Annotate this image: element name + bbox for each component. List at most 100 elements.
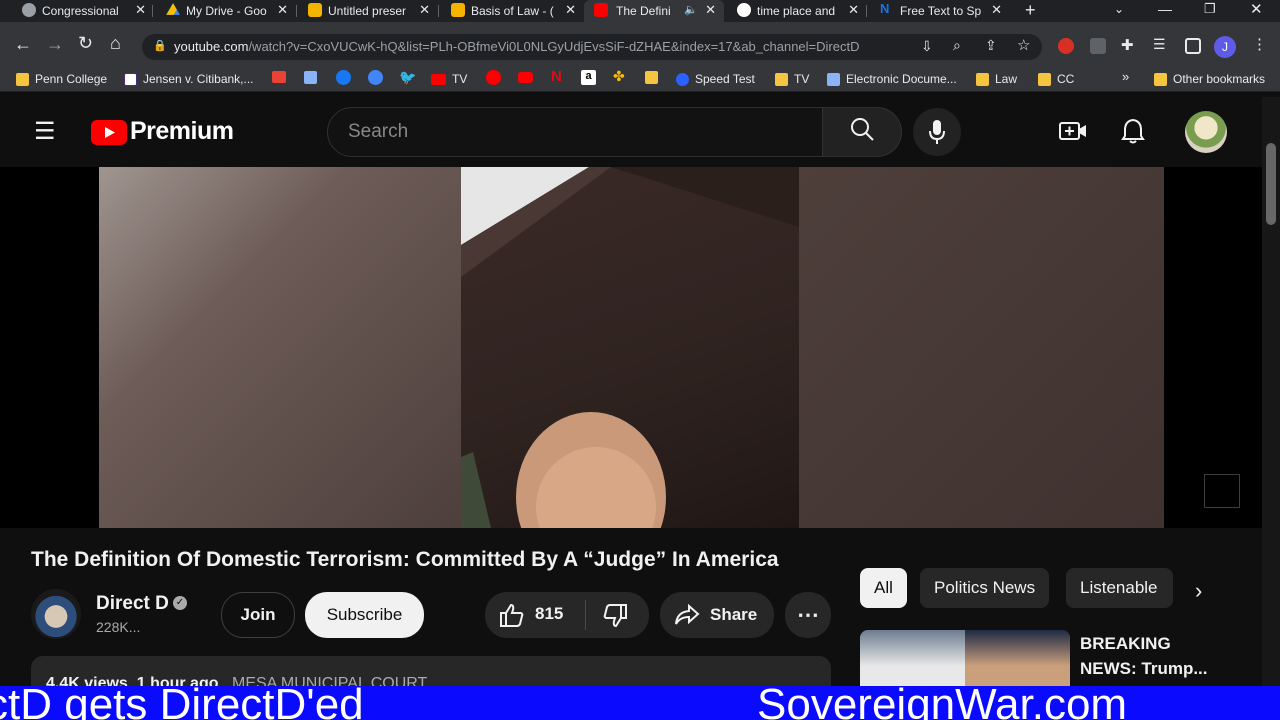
channel-avatar[interactable] <box>31 589 81 639</box>
extension-red-icon[interactable] <box>1058 38 1074 54</box>
account-avatar[interactable] <box>1185 111 1227 153</box>
close-icon[interactable]: ✕ <box>565 2 576 18</box>
bookmark-star-icon[interactable]: ☆ <box>1017 36 1030 54</box>
pinwheel-icon[interactable]: ✤ <box>613 68 625 85</box>
ticker-text-right: SovereignWar.com <box>757 686 1128 720</box>
join-button[interactable]: Join <box>221 592 295 638</box>
back-icon[interactable]: ← <box>14 34 32 55</box>
folder-icon[interactable] <box>645 71 658 84</box>
verified-check-icon: ✓ <box>173 596 187 610</box>
bookmark-penn-college[interactable]: Penn College <box>16 70 107 88</box>
hamburger-menu-icon[interactable]: ☰ <box>34 117 56 146</box>
n-logo-icon: N <box>880 1 890 16</box>
minimize-icon[interactable]: — <box>1158 1 1172 17</box>
tab-basis-of-law[interactable]: Basis of Law - ( ✕ <box>451 0 576 22</box>
close-icon[interactable]: ✕ <box>135 2 146 18</box>
close-icon[interactable]: ✕ <box>848 2 859 18</box>
tab-free-text-to-speech[interactable]: N Free Text to Sp ✕ <box>880 0 1002 22</box>
share-icon[interactable] <box>674 603 700 631</box>
create-video-icon[interactable] <box>1059 119 1087 148</box>
close-icon[interactable]: ✕ <box>705 2 716 18</box>
tab-my-drive[interactable]: My Drive - Goo ✕ <box>166 0 288 22</box>
facebook-icon[interactable] <box>336 70 351 85</box>
close-icon[interactable]: ✕ <box>991 2 1002 18</box>
extension-r-icon[interactable] <box>1090 38 1106 54</box>
lock-icon[interactable]: 🔒 <box>153 39 167 52</box>
suggested-video-title-line2[interactable]: NEWS: Trump... <box>1080 659 1208 679</box>
youtube-logo-icon[interactable] <box>91 120 127 145</box>
ticker-text-left: ctD gets DirectD'ed <box>0 686 364 720</box>
close-icon[interactable]: ✕ <box>419 2 430 18</box>
twitter-icon[interactable]: 🐦 <box>399 69 416 86</box>
window-close-icon[interactable]: ✕ <box>1250 0 1263 18</box>
tab-untitled-presentation[interactable]: Untitled preser ✕ <box>308 0 430 22</box>
bookmark-law[interactable]: Law <box>976 70 1017 88</box>
amazon-icon[interactable]: a <box>581 70 596 85</box>
home-icon[interactable]: ⌂ <box>110 33 121 54</box>
microphone-icon[interactable] <box>928 119 946 150</box>
folder-icon <box>16 72 29 86</box>
folder-icon <box>1038 72 1051 86</box>
speaker-icon[interactable]: 🔈 <box>684 3 698 16</box>
other-bookmarks[interactable]: Other bookmarks <box>1154 70 1265 88</box>
share-label: Share <box>710 605 758 624</box>
watermark-logo <box>1204 474 1240 508</box>
scrollbar-thumb[interactable] <box>1266 143 1276 225</box>
bookmark-tv-folder[interactable]: TV <box>775 70 809 88</box>
close-icon[interactable]: ✕ <box>277 2 288 18</box>
netflix-icon[interactable]: N <box>551 68 562 85</box>
divider <box>585 600 586 630</box>
gmail-icon[interactable] <box>272 71 286 83</box>
reading-list-icon[interactable]: ☰ <box>1153 36 1166 53</box>
chip-listenable[interactable]: Listenable <box>1066 568 1173 608</box>
bookmark-jensen[interactable]: Jensen v. Citibank,... <box>124 70 254 88</box>
tab-title: Free Text to Sp <box>900 4 982 18</box>
red-circle-icon[interactable] <box>486 70 501 85</box>
zoom-icon[interactable]: ⌕ <box>953 37 961 54</box>
news-ticker-overlay: ctD gets DirectD'ed SovereignWar.com <box>0 686 1280 720</box>
more-actions-button[interactable]: ⋯ <box>785 592 831 638</box>
youtube-premium-logo[interactable]: Premium <box>130 117 234 146</box>
bookmark-label: Other bookmarks <box>1173 72 1266 86</box>
chevron-right-icon[interactable]: › <box>1195 578 1202 604</box>
extensions-puzzle-icon[interactable]: ✚ <box>1121 36 1134 54</box>
tab-youtube-active[interactable]: The Defini 🔈 ✕ <box>584 0 724 22</box>
tab-strip: Congressional ✕ My Drive - Goo ✕ Untitle… <box>0 0 1280 22</box>
bookmark-cc[interactable]: CC <box>1038 70 1074 88</box>
folder-icon <box>775 72 788 86</box>
new-tab-button[interactable]: + <box>1025 0 1036 21</box>
bookmark-label: Speed Test <box>695 72 755 86</box>
profile-avatar[interactable]: J <box>1214 36 1236 58</box>
subscribe-button[interactable]: Subscribe <box>305 592 424 638</box>
bookmark-icon[interactable] <box>304 71 317 84</box>
messenger-icon[interactable] <box>368 70 383 85</box>
browser-menu-icon[interactable]: ⋮ <box>1252 35 1267 53</box>
tab-time-place[interactable]: time place and ✕ <box>737 0 859 22</box>
suggested-video-title-line1[interactable]: BREAKING <box>1080 634 1171 654</box>
bookmark-tv-youtube[interactable]: TV <box>431 70 467 88</box>
more-bookmarks-button[interactable]: » <box>1122 69 1129 84</box>
bookmark-label: Law <box>995 72 1018 86</box>
dislike-icon[interactable] <box>602 604 628 633</box>
install-icon[interactable]: ⇩ <box>921 38 933 55</box>
bookmark-electronic-documents[interactable]: Electronic Docume... <box>827 70 957 88</box>
reload-icon[interactable]: ↻ <box>78 33 93 54</box>
search-placeholder: Search <box>348 121 409 142</box>
tab-congressional[interactable]: Congressional ✕ <box>22 0 146 22</box>
bookmark-speed-test[interactable]: Speed Test <box>676 70 755 88</box>
chip-politics-news[interactable]: Politics News <box>920 568 1050 608</box>
chip-all[interactable]: All <box>860 568 907 608</box>
like-icon[interactable] <box>499 603 525 632</box>
url-text[interactable]: youtube.com/watch?v=CxoVUCwK-hQ&list=PLh… <box>174 39 859 54</box>
search-icon[interactable] <box>849 116 875 147</box>
forward-icon[interactable]: → <box>46 34 64 55</box>
youtube-icon[interactable] <box>518 72 533 83</box>
notifications-bell-icon[interactable] <box>1121 118 1145 149</box>
restore-icon[interactable]: ❐ <box>1204 1 1216 17</box>
channel-name[interactable]: Direct D <box>96 593 169 615</box>
suggested-video-thumbnail[interactable] <box>860 630 1070 690</box>
share-page-icon[interactable]: ⇪ <box>985 37 997 54</box>
tab-title: time place and <box>757 4 836 18</box>
tab-search-icon[interactable]: ⌄ <box>1114 2 1124 16</box>
side-panel-icon[interactable] <box>1185 38 1201 54</box>
